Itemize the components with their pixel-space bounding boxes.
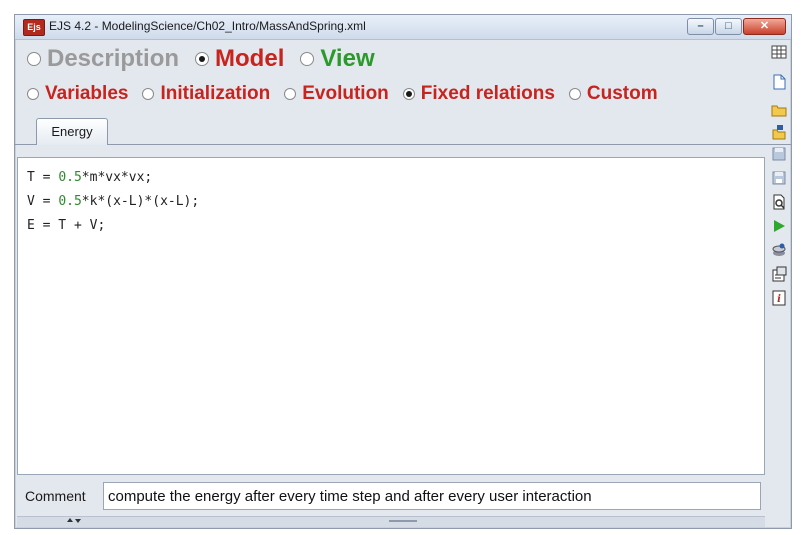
- minimize-button[interactable]: –: [687, 18, 714, 35]
- tab-divider: [15, 144, 791, 145]
- radio-button-icon: [142, 88, 155, 100]
- radio-button-icon: [27, 52, 41, 66]
- code-editor[interactable]: T = 0.5*m*vx*vx; V = 0.5*k*(x-L)*(x-L); …: [17, 157, 765, 475]
- package-icon[interactable]: [770, 241, 788, 259]
- radio-view[interactable]: View: [300, 45, 375, 73]
- code-line: E = T + V;: [27, 218, 105, 233]
- ejs-app-icon: Ejs: [23, 19, 45, 36]
- radio-custom[interactable]: Custom: [568, 83, 658, 105]
- radio-model-label: Model: [215, 45, 285, 72]
- maximize-button[interactable]: □: [715, 18, 742, 35]
- split-pane-bar[interactable]: [17, 516, 765, 527]
- radio-variables-label: Variables: [45, 83, 129, 104]
- window-title: EJS 4.2 - ModelingScience/Ch02_Intro/Mas…: [49, 19, 366, 33]
- code-text: *k*(x-L)*(x-L);: [81, 194, 200, 209]
- comment-row: Comment: [17, 480, 765, 514]
- radio-variables[interactable]: Variables: [27, 83, 128, 105]
- tab-energy[interactable]: Energy: [36, 118, 108, 145]
- close-icon: ✕: [759, 20, 770, 32]
- save-as-icon[interactable]: [770, 169, 788, 187]
- code-line: T = 0.5*m*vx*vx;: [27, 170, 152, 185]
- radio-description-label: Description: [47, 45, 180, 72]
- code-number: 0.5: [58, 194, 82, 209]
- radio-initialization[interactable]: Initialization: [142, 83, 270, 105]
- svg-text:i: i: [777, 294, 781, 305]
- radio-button-icon: [284, 88, 297, 100]
- radio-fixed-relations[interactable]: Fixed relations: [402, 83, 555, 105]
- radio-button-icon: [568, 88, 581, 100]
- radio-custom-label: Custom: [586, 83, 658, 104]
- radio-evolution-label: Evolution: [302, 83, 389, 104]
- info-icon[interactable]: i: [770, 289, 788, 307]
- radio-model[interactable]: Model: [195, 45, 284, 73]
- radio-evolution[interactable]: Evolution: [284, 83, 389, 105]
- table-icon[interactable]: [770, 43, 788, 61]
- code-number: 0.5: [58, 170, 82, 185]
- search-icon[interactable]: [770, 193, 788, 211]
- radio-button-icon: [300, 52, 315, 66]
- radio-button-icon: [27, 88, 39, 100]
- maximize-icon: □: [725, 20, 732, 32]
- comment-input[interactable]: [103, 482, 761, 510]
- side-toolbar: i: [767, 43, 791, 383]
- run-icon[interactable]: [770, 217, 788, 235]
- close-button[interactable]: ✕: [743, 18, 786, 35]
- radio-button-selected-icon: [402, 88, 415, 100]
- split-handle[interactable]: [389, 520, 417, 522]
- radio-initialization-label: Initialization: [160, 83, 271, 104]
- open-folder-icon[interactable]: [770, 101, 788, 119]
- code-text: T =: [27, 170, 59, 185]
- model-section-selector: Variables Initialization Evolution Fixed…: [27, 83, 672, 105]
- comment-label: Comment: [25, 488, 86, 504]
- options-icon[interactable]: [770, 265, 788, 283]
- main-panel-selector: Description Model View: [27, 45, 391, 73]
- app-window: Ejs EJS 4.2 - ModelingScience/Ch02_Intro…: [14, 14, 792, 529]
- radio-description[interactable]: Description: [27, 45, 179, 73]
- new-file-icon[interactable]: [770, 73, 788, 91]
- code-line: V = 0.5*k*(x-L)*(x-L);: [27, 194, 199, 209]
- save-icon[interactable]: [770, 145, 788, 163]
- title-bar[interactable]: Ejs EJS 4.2 - ModelingScience/Ch02_Intro…: [15, 15, 791, 40]
- code-text: *m*vx*vx;: [81, 170, 153, 185]
- radio-fixed-relations-label: Fixed relations: [420, 83, 555, 104]
- open-worldwide-icon[interactable]: [770, 123, 788, 141]
- code-text: E = T + V;: [27, 218, 106, 233]
- expand-up-icon[interactable]: [67, 518, 73, 522]
- radio-view-label: View: [320, 45, 375, 72]
- code-text: V =: [27, 194, 59, 209]
- radio-button-selected-icon: [195, 52, 210, 66]
- minimize-icon: –: [697, 20, 704, 32]
- expand-down-icon[interactable]: [75, 519, 81, 523]
